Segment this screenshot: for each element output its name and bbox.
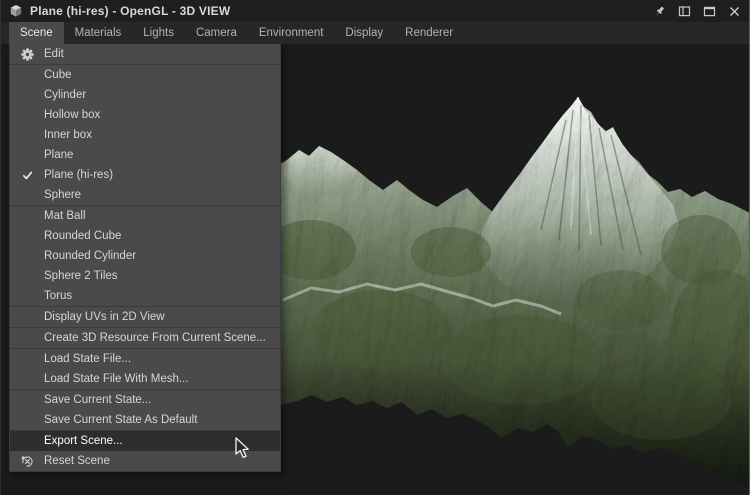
menubar-item-materials[interactable]: Materials	[64, 22, 133, 44]
menu-item-label: Export Scene...	[44, 435, 123, 447]
checkmark-icon	[10, 170, 44, 181]
menu-item-label: Reset Scene	[44, 455, 110, 467]
menubar: Scene Materials Lights Camera Environment Dis…	[1, 22, 749, 44]
menu-item-sphere-2-tiles[interactable]: Sphere 2 Tiles	[10, 266, 280, 286]
menu-item-load-state-file-with-mesh[interactable]: Load State File With Mesh...	[10, 369, 280, 389]
menu-item-cube[interactable]: Cube	[10, 65, 280, 85]
menu-item-rounded-cylinder[interactable]: Rounded Cylinder	[10, 246, 280, 266]
menubar-item-camera[interactable]: Camera	[185, 22, 248, 44]
menu-item-plane[interactable]: Plane	[10, 145, 280, 165]
close-icon[interactable]	[728, 5, 741, 18]
menu-item-save-current-state[interactable]: Save Current State...	[10, 390, 280, 410]
menu-item-label: Rounded Cube	[44, 230, 122, 242]
menu-item-label: Rounded Cylinder	[44, 250, 137, 262]
menu-item-label: Sphere	[44, 189, 82, 201]
menubar-item-environment[interactable]: Environment	[248, 22, 335, 44]
menu-item-label: Torus	[44, 290, 73, 302]
menu-item-label: Save Current State...	[44, 394, 152, 406]
menu-item-reset-scene[interactable]: Reset Scene	[10, 451, 280, 471]
scene-menu: Edit Cube Cylinder Hollow box Inner box Plane…	[9, 44, 281, 472]
menu-item-label: Display UVs in 2D View	[44, 311, 165, 323]
menu-item-label: Sphere 2 Tiles	[44, 270, 118, 282]
gear-icon	[10, 47, 44, 61]
menu-item-save-current-state-as-default[interactable]: Save Current State As Default	[10, 410, 280, 430]
pin-icon[interactable]	[653, 5, 666, 18]
menu-item-label: Inner box	[44, 129, 92, 141]
menu-item-load-state-file[interactable]: Load State File...	[10, 349, 280, 369]
menu-item-label: Edit	[44, 48, 64, 60]
cube-icon	[9, 4, 23, 18]
titlebar[interactable]: Plane (hi-res) - OpenGL - 3D VIEW	[1, 0, 749, 22]
menu-item-label: Save Current State As Default	[44, 414, 198, 426]
menu-item-edit[interactable]: Edit	[10, 44, 280, 64]
dock-layout-icon[interactable]	[678, 5, 691, 18]
menu-item-create-3d-resource-from-current-scene[interactable]: Create 3D Resource From Current Scene...	[10, 328, 280, 348]
menu-item-export-scene[interactable]: Export Scene...	[10, 431, 280, 451]
maximize-icon[interactable]	[703, 5, 716, 18]
menu-item-label: Plane	[44, 149, 74, 161]
menu-item-plane-hi-res[interactable]: Plane (hi-res)	[10, 165, 280, 185]
menu-item-mat-ball[interactable]: Mat Ball	[10, 206, 280, 226]
menu-item-label: Create 3D Resource From Current Scene...	[44, 332, 266, 344]
menu-item-label: Load State File...	[44, 353, 131, 365]
menu-item-hollow-box[interactable]: Hollow box	[10, 105, 280, 125]
menu-item-cylinder[interactable]: Cylinder	[10, 85, 280, 105]
menu-item-label: Hollow box	[44, 109, 101, 121]
menu-item-label: Mat Ball	[44, 210, 86, 222]
menubar-item-display[interactable]: Display	[334, 22, 394, 44]
menu-item-sphere[interactable]: Sphere	[10, 185, 280, 205]
window-controls	[653, 5, 741, 18]
reset-icon	[10, 455, 44, 468]
window-title: Plane (hi-res) - OpenGL - 3D VIEW	[30, 4, 231, 18]
menu-item-label: Cube	[44, 69, 72, 81]
menu-item-torus[interactable]: Torus	[10, 286, 280, 306]
menu-item-label: Plane (hi-res)	[44, 169, 114, 181]
menu-item-display-uvs-in-2d-view[interactable]: Display UVs in 2D View	[10, 307, 280, 327]
menubar-item-renderer[interactable]: Renderer	[394, 22, 464, 44]
menu-item-inner-box[interactable]: Inner box	[10, 125, 280, 145]
menubar-item-scene[interactable]: Scene	[9, 22, 64, 44]
3d-view-window: Plane (hi-res) - OpenGL - 3D VIEW Scene …	[0, 0, 750, 495]
menubar-item-lights[interactable]: Lights	[132, 22, 185, 44]
menu-item-label: Load State File With Mesh...	[44, 373, 189, 385]
menu-item-label: Cylinder	[44, 89, 87, 101]
menu-item-rounded-cube[interactable]: Rounded Cube	[10, 226, 280, 246]
